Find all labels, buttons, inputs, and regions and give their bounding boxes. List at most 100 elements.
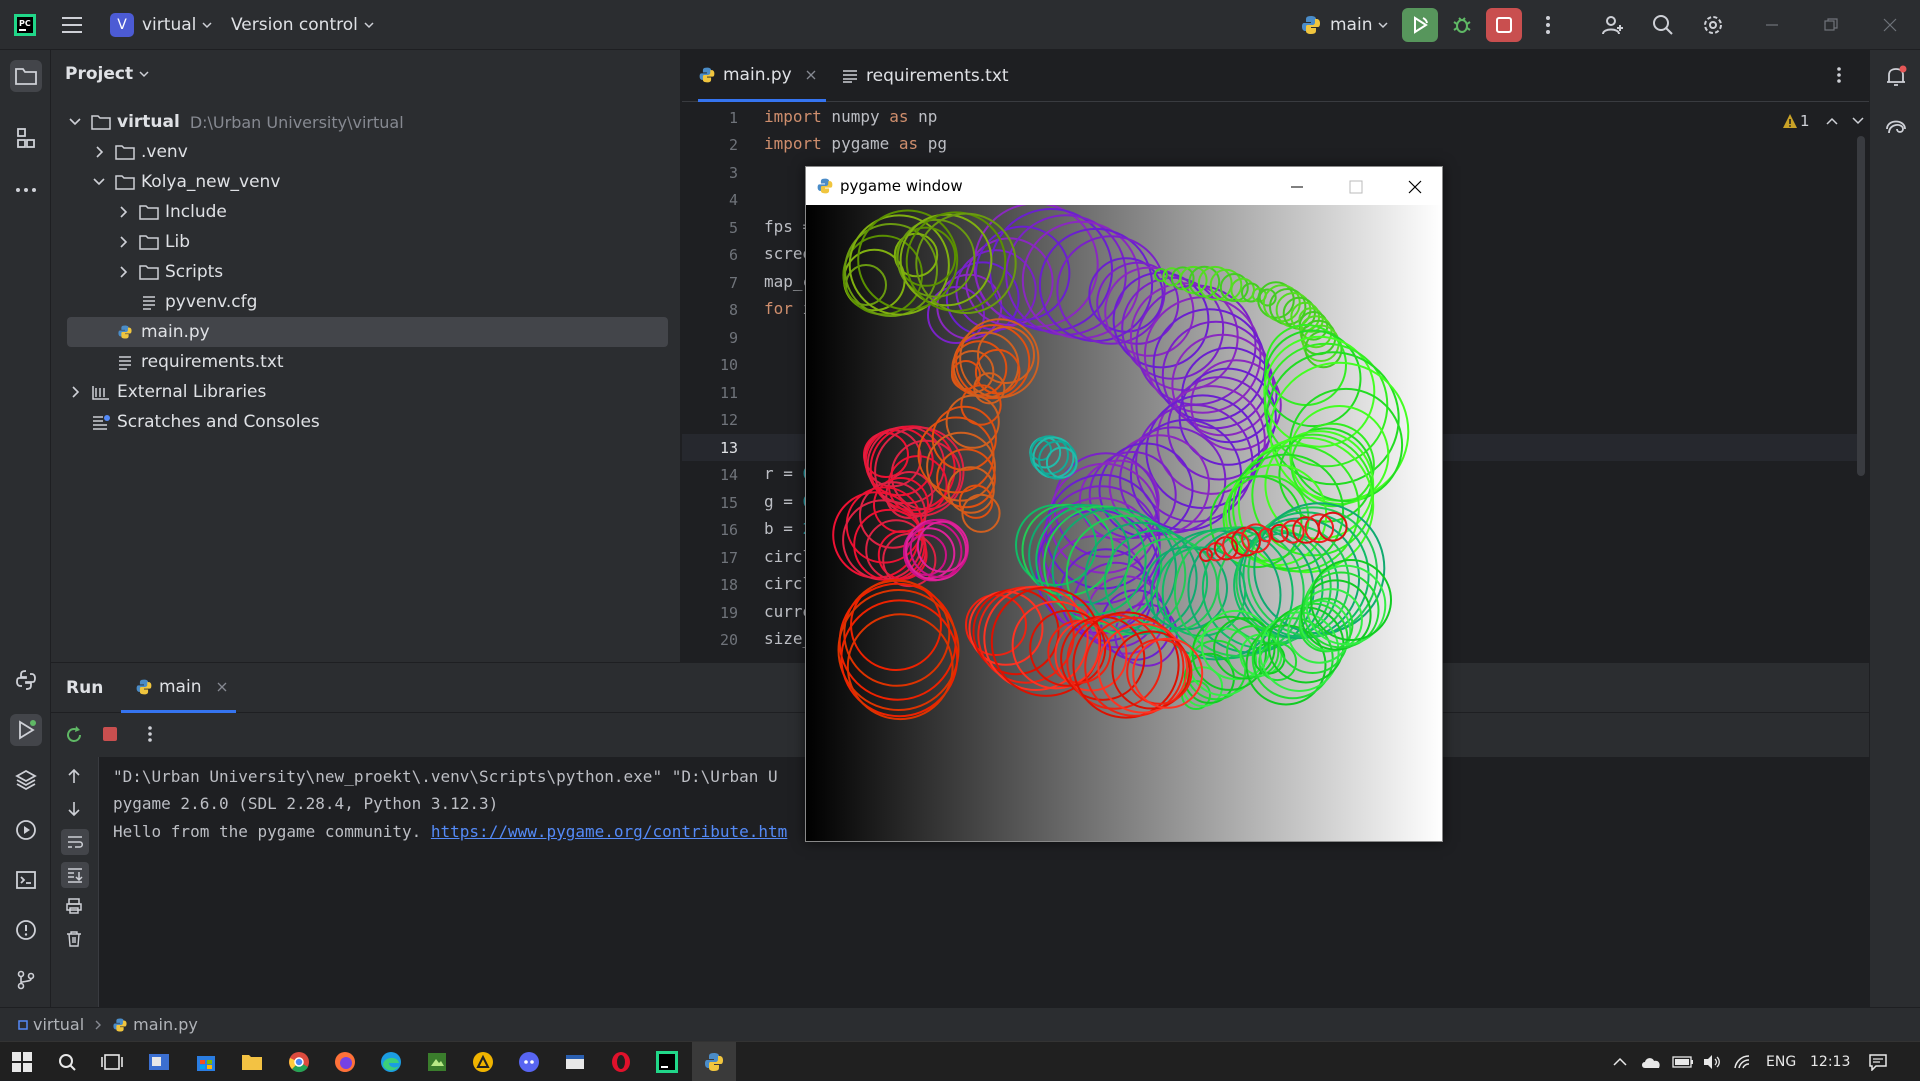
start-button[interactable] [8,1048,36,1076]
line-number: 9 [728,329,738,347]
tree-item-include[interactable]: Include [115,197,227,227]
tree-item-kolya-new-venv[interactable]: Kolya_new_venv [91,167,280,197]
bell-icon [1887,65,1907,86]
tray-clock[interactable]: 12:13 [1810,1042,1850,1081]
run-tab-main[interactable]: main [121,663,236,713]
stop-button[interactable] [1486,8,1522,42]
line-number: 1 [728,109,738,127]
console-link[interactable]: https://www.pygame.org/contribute.htm [431,822,787,841]
taskbar-opera[interactable] [607,1048,635,1076]
tray-onedrive[interactable] [1640,1042,1662,1081]
project-widget[interactable]: V virtual [110,0,212,50]
pygame-title-bar[interactable]: pygame window [806,167,1442,205]
search-everywhere-button[interactable] [1645,8,1681,42]
line-number: 18 [719,576,738,594]
project-badge: V [110,13,134,37]
taskbar-firefox[interactable] [331,1048,359,1076]
scroll-to-end-button[interactable] [61,862,89,888]
print-button[interactable] [65,897,83,915]
tree-item-external-libraries[interactable]: External Libraries [67,377,266,407]
settings-button[interactable] [1695,8,1731,42]
tree-item-venv[interactable]: .venv [91,137,188,167]
python-packages-tool-button[interactable] [10,764,42,796]
taskbar-python[interactable] [700,1048,728,1076]
debug-button[interactable] [1444,8,1480,42]
tree-item-pyvenv-cfg[interactable]: pyvenv.cfg [139,287,257,317]
breadcrumb-item[interactable]: virtual [33,1015,84,1034]
close-icon[interactable] [1408,180,1422,194]
editor-scrollbar[interactable] [1857,136,1865,476]
taskbar-app-1[interactable] [145,1048,173,1076]
layers-icon [15,769,37,791]
taskbar-explorer[interactable] [238,1048,266,1076]
close-tab-icon[interactable] [806,70,816,80]
pygame-window[interactable]: pygame window [805,166,1443,842]
tray-notifications[interactable] [1868,1042,1888,1081]
tree-item-main-py[interactable]: main.py [67,317,668,347]
taskbar-pycharm[interactable] [653,1048,681,1076]
taskbar-store[interactable] [192,1048,220,1076]
project-tool-button[interactable] [10,60,42,92]
tray-overflow[interactable] [1612,1042,1628,1081]
tab-requirements-txt[interactable]: requirements.txt [842,50,1009,102]
python-console-tool-button[interactable] [10,664,42,696]
problems-tool-button[interactable] [10,914,42,946]
close-window-button[interactable] [1872,8,1908,42]
clear-console-button[interactable] [65,930,83,948]
taskbar-chrome[interactable] [285,1048,313,1076]
more-tools-button[interactable] [10,174,42,206]
run-more-button[interactable] [147,725,153,743]
structure-tool-button[interactable] [10,122,42,154]
taskbar-app-3[interactable] [469,1048,497,1076]
services-tool-button[interactable] [10,814,42,846]
minimize-icon[interactable] [1290,180,1304,194]
tray-battery[interactable] [1672,1042,1694,1081]
rerun-run-button[interactable] [64,725,84,745]
more-actions-button[interactable] [1530,8,1566,42]
tab-main-py[interactable]: main.py [698,50,826,102]
taskbar-search-button[interactable] [53,1048,81,1076]
code-line: import numpy as np [764,107,938,126]
notifications-button[interactable] [1880,60,1912,92]
app-logo[interactable]: PC [14,0,36,50]
run-config-selector[interactable]: main [1300,0,1389,50]
task-view-button[interactable] [98,1048,126,1076]
tabs-more-button[interactable] [1836,66,1842,84]
firefox-icon [335,1052,355,1072]
maximize-icon[interactable] [1349,180,1363,194]
tree-item-requirements-txt[interactable]: requirements.txt [115,347,284,377]
scroll-down-button[interactable] [65,800,83,818]
tray-wifi[interactable] [1733,1042,1753,1081]
run-tool-button[interactable] [10,714,42,746]
terminal-tool-button[interactable] [10,864,42,896]
ai-assistant-button[interactable] [1880,112,1912,144]
add-user-icon [1602,16,1623,35]
taskbar-edge[interactable] [377,1048,405,1076]
tree-item-lib[interactable]: Lib [115,227,190,257]
chevron-down-icon[interactable] [1852,116,1864,126]
title-bar: PC V virtual Version control main [0,0,1920,50]
tree-item-scripts[interactable]: Scripts [115,257,223,287]
soft-wrap-button[interactable] [61,829,89,855]
restore-button[interactable] [1813,8,1849,42]
tray-language[interactable]: ENG [1766,1042,1796,1081]
breadcrumb-item[interactable]: main.py [133,1015,198,1034]
tree-item-scratches[interactable]: Scratches and Consoles [91,407,320,437]
app-icon [473,1052,493,1072]
taskbar-app-4[interactable] [561,1048,589,1076]
taskbar-discord[interactable] [515,1048,543,1076]
code-with-me-button[interactable] [1595,8,1631,42]
stop-run-button[interactable] [101,725,119,743]
scroll-up-button[interactable] [65,767,83,785]
git-tool-button[interactable] [10,964,42,996]
taskbar-app-2[interactable] [423,1048,451,1076]
close-tab-icon[interactable] [217,682,227,692]
main-menu-button[interactable] [62,0,84,50]
vcs-widget[interactable]: Version control [231,0,374,50]
tray-volume[interactable] [1702,1042,1722,1081]
pygame-canvas[interactable] [806,205,1442,841]
tree-item-virtual[interactable]: virtual D:\Urban University\virtual [67,107,404,137]
project-panel-header[interactable]: Project [65,64,149,84]
rerun-button[interactable] [1402,8,1438,42]
minimize-button[interactable] [1754,8,1790,42]
